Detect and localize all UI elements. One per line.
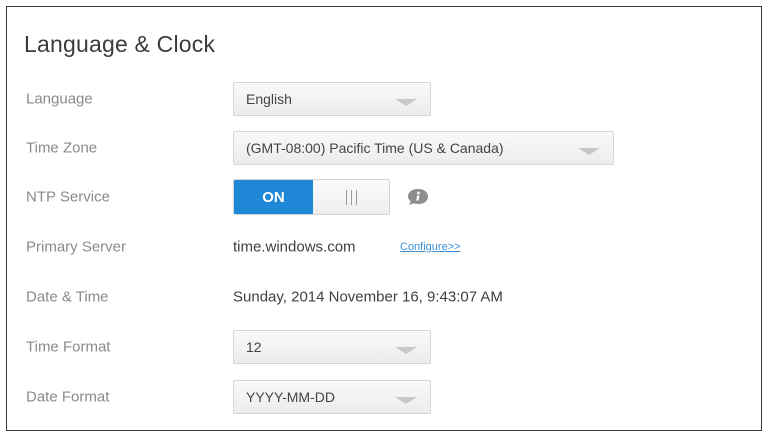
toggle-on-label: ON bbox=[234, 180, 313, 214]
language-select[interactable]: English bbox=[233, 82, 431, 116]
time-format-select-value: 12 bbox=[246, 339, 262, 355]
info-icon[interactable] bbox=[407, 188, 429, 206]
configure-link[interactable]: Configure>> bbox=[400, 241, 461, 253]
datetime-row: Date & Time Sunday, 2014 November 16, 9:… bbox=[7, 277, 761, 317]
ntp-label: NTP Service bbox=[26, 188, 110, 206]
ntp-row: NTP Service ON bbox=[7, 177, 761, 217]
primary-server-label: Primary Server bbox=[26, 238, 127, 256]
primary-server-value: time.windows.com bbox=[233, 238, 356, 256]
ntp-toggle[interactable]: ON bbox=[233, 179, 390, 215]
toggle-grip bbox=[313, 180, 389, 214]
datetime-label: Date & Time bbox=[26, 288, 109, 306]
panel-title: Language & Clock bbox=[24, 31, 216, 57]
primary-server-row: Primary Server time.windows.com Configur… bbox=[7, 227, 761, 267]
chevron-down-icon bbox=[395, 397, 417, 404]
chevron-down-icon bbox=[395, 99, 417, 106]
timezone-select-value: (GMT-08:00) Pacific Time (US & Canada) bbox=[246, 140, 504, 156]
date-format-select-value: YYYY-MM-DD bbox=[246, 389, 335, 405]
time-format-select[interactable]: 12 bbox=[233, 330, 431, 364]
time-format-label: Time Format bbox=[26, 338, 111, 356]
language-row: Language English bbox=[7, 79, 761, 119]
timezone-label: Time Zone bbox=[26, 139, 98, 157]
time-format-row: Time Format 12 bbox=[7, 327, 761, 367]
language-select-value: English bbox=[246, 91, 292, 107]
date-format-label: Date Format bbox=[26, 388, 110, 406]
timezone-row: Time Zone (GMT-08:00) Pacific Time (US &… bbox=[7, 128, 761, 168]
chevron-down-icon bbox=[395, 347, 417, 354]
chevron-down-icon bbox=[578, 148, 600, 155]
date-format-select[interactable]: YYYY-MM-DD bbox=[233, 380, 431, 414]
language-clock-panel: Language & Clock Language English Time Z… bbox=[6, 6, 762, 431]
timezone-select[interactable]: (GMT-08:00) Pacific Time (US & Canada) bbox=[233, 131, 614, 165]
language-label: Language bbox=[26, 90, 93, 108]
datetime-value: Sunday, 2014 November 16, 9:43:07 AM bbox=[233, 288, 503, 306]
date-format-row: Date Format YYYY-MM-DD bbox=[7, 377, 761, 417]
